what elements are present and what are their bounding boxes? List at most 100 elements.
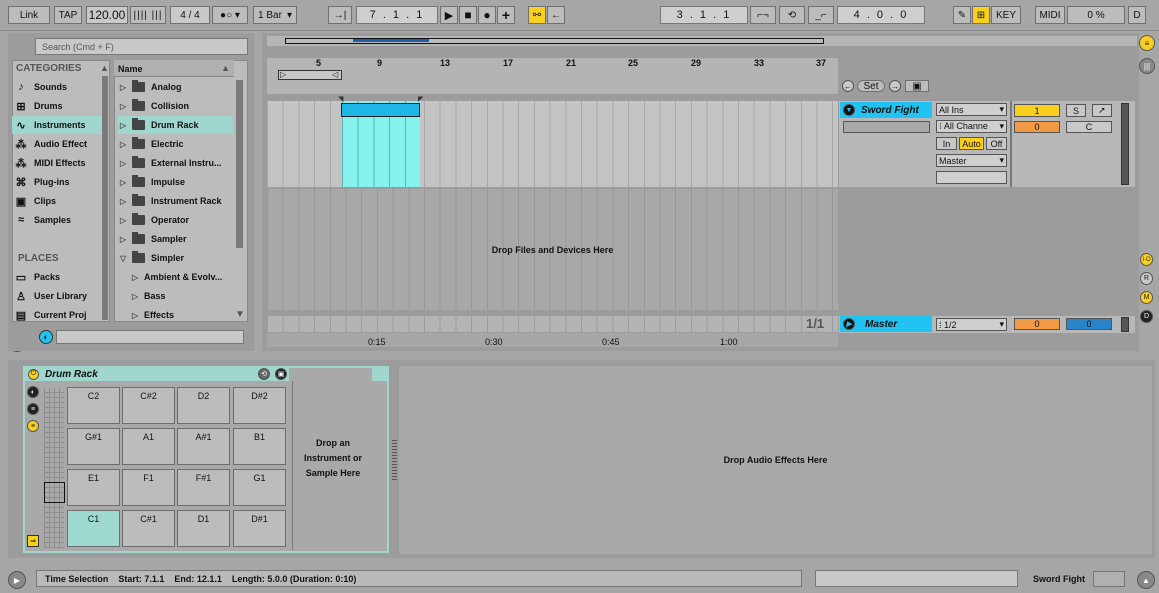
back-to-arrangement-icon[interactable]: ← [547,6,565,24]
master-pan-field[interactable]: 0 [1066,318,1112,330]
loop-start-field[interactable]: 3 . 1 . 1 [660,6,748,24]
loop-end-marker-icon[interactable]: ◁ [332,70,338,79]
mixer-toggle-icon[interactable]: M [1140,291,1153,304]
detail-view-toggle-icon[interactable]: ▲ [1137,571,1155,589]
show-macros-icon[interactable]: ◐ [27,386,39,398]
output-channel-field[interactable] [936,171,1007,184]
loop-start-marker-icon[interactable]: ▷ [280,70,286,79]
tempo-field[interactable]: 120.00 [86,6,128,24]
drop-instrument-area[interactable]: Drop an Instrument or Sample Here [296,436,370,481]
prev-locator-icon[interactable]: ← [842,80,854,92]
show-chains-icon[interactable]: ≡ [27,403,39,415]
drum-pad[interactable]: C2 [67,387,120,424]
place-current-project[interactable]: ▤ Current Proj [14,306,100,324]
track-thumbnail-icon[interactable] [1093,571,1125,587]
automation-arm-button[interactable]: ⚯ [528,6,546,24]
key-map-button[interactable]: KEY [991,6,1021,24]
category-drums[interactable]: ⊞ Drums [14,97,100,115]
browser-item-drum-rack[interactable]: ▷ Drum Rack [118,116,233,134]
scroll-down-icon[interactable]: ▼ [235,309,245,320]
return-toggle-icon[interactable]: R [1140,272,1153,285]
track-volume-field[interactable]: 0 [1014,121,1060,133]
loop-length-field[interactable]: 4 . 0 . 0 [837,6,925,24]
drum-pad[interactable]: A#1 [177,428,230,465]
browser-item-bass[interactable]: ▷ Bass [118,287,233,305]
audio-effects-drop-area[interactable]: Drop Audio Effects Here [399,366,1152,554]
follow-icon[interactable]: →| [328,6,352,24]
browser-item-collision[interactable]: ▷ Collision [118,97,233,115]
cue-output-select[interactable]: ⁞ 1/2 ▾ [936,318,1007,331]
loop-icon[interactable]: ⟲ [779,6,805,24]
browser-item-effects[interactable]: ▷ Effects [118,306,233,324]
browser-item-external-instrument[interactable]: ▷ External Instru... [118,154,233,172]
drum-pad[interactable]: C#1 [122,510,175,547]
items-scrollbar[interactable] [236,80,243,248]
delay-toggle-icon[interactable]: D [1140,310,1153,323]
draw-mode-icon[interactable]: ✎ [953,6,971,24]
monitor-auto-button[interactable]: Auto [959,137,984,150]
stop-button[interactable]: ■ [459,6,477,24]
monitor-in-button[interactable]: In [936,137,957,150]
categories-scrollbar[interactable] [102,76,108,320]
metronome-icon[interactable]: ●○ ▾ [212,6,248,24]
drum-pad[interactable]: E1 [67,469,120,506]
browser-item-operator[interactable]: ▷ Operator [118,211,233,229]
punch-out-icon[interactable]: _⌐ [808,6,834,24]
set-locator-button[interactable]: Set [857,80,885,92]
drum-pad[interactable]: G#1 [67,428,120,465]
clip-header[interactable] [341,103,420,117]
drum-pad[interactable]: D1 [177,510,230,547]
track-activator-button[interactable]: 1 [1014,104,1060,117]
arm-button[interactable]: ➚ [1092,104,1112,117]
browser-item-instrument-rack[interactable]: ▷ Instrument Rack [118,192,233,210]
category-clips[interactable]: ▣ Clips [14,192,100,210]
drum-pad[interactable]: D#1 [233,510,286,547]
drum-rack-title-bar[interactable]: ⏻ Drum Rack [25,367,289,381]
category-midi-effects[interactable]: ⁂ MIDI Effects [14,154,100,172]
input-channel-select[interactable]: ⁝ All Channe ▾ [936,120,1007,133]
drop-area[interactable]: Drop Files and Devices Here [267,189,838,310]
computer-keyboard-icon[interactable]: ⊞ [972,6,990,24]
input-type-select[interactable]: All Ins ▾ [936,103,1007,116]
name-column-header[interactable]: Name ▲ [114,60,234,77]
browser-item-impulse[interactable]: ▷ Impulse [118,173,233,191]
midi-map-button[interactable]: MIDI [1035,6,1065,24]
drum-pad[interactable]: C#2 [122,387,175,424]
io-toggle-icon[interactable]: I·O [1140,253,1153,266]
category-audio-effects[interactable]: ⁂ Audio Effect [14,135,100,153]
quantize-select[interactable]: 1 Bar ▾ [253,6,297,24]
nudge-icon[interactable]: |||| ||| [130,6,166,24]
master-volume-field[interactable]: 0 [1014,318,1060,330]
play-button[interactable]: ▶ [440,6,458,24]
track-title-bar[interactable]: ▼ Sword Fight [840,102,932,118]
add-button[interactable]: + [497,6,515,24]
info-view-toggle-icon[interactable]: ▶ [8,571,26,589]
device-power-icon[interactable]: ⏻ [28,368,39,380]
monitor-off-button[interactable]: Off [986,137,1007,150]
place-packs[interactable]: ▭ Packs [14,268,100,286]
drum-pad[interactable]: B1 [233,428,286,465]
track-pan-field[interactable]: C [1066,121,1112,133]
next-locator-icon[interactable]: → [889,80,901,92]
drum-pad[interactable]: F#1 [177,469,230,506]
arrangement-view-icon[interactable]: ||| [1139,58,1155,74]
preview-toggle-icon[interactable]: ◐ [39,330,53,344]
song-position-field[interactable]: 7 . 1 . 1 [356,6,438,24]
time-signature-field[interactable]: 4 / 4 [170,6,210,24]
drum-pad[interactable]: F1 [122,469,175,506]
master-title-bar[interactable]: ▶ Master [840,316,932,332]
lock-envelope-icon[interactable]: ▣ [905,80,929,92]
master-lane[interactable] [267,316,838,332]
pad-overview-window[interactable] [44,482,65,503]
category-sounds[interactable]: ♪ Sounds [14,78,100,96]
fold-icon[interactable]: ▼ [843,104,855,116]
browser-item-sampler[interactable]: ▷ Sampler [118,230,233,248]
drum-pad[interactable]: A1 [122,428,175,465]
solo-button[interactable]: S [1066,104,1086,117]
place-user-library[interactable]: ♙ User Library [14,287,100,305]
master-fold-icon[interactable]: ▶ [843,318,855,330]
punch-in-icon[interactable]: ⌐¬ [750,6,776,24]
show-io-icon[interactable]: ≡ [27,420,39,432]
session-view-icon[interactable]: ≡ [1139,35,1155,51]
device-resize-handle[interactable] [392,440,397,480]
